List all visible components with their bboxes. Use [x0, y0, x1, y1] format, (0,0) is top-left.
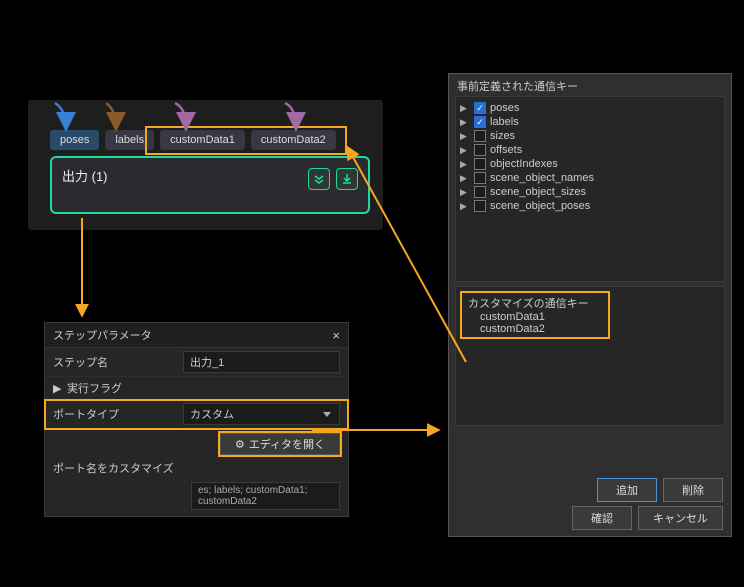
tree-item-scene_object_poses[interactable]: ▶ scene_object_poses [458, 199, 722, 213]
chevron-right-icon: ▶ [460, 159, 470, 170]
tree-item-label: scene_object_sizes [490, 186, 586, 198]
param-header: ステップパラメータ × [45, 323, 348, 348]
checkbox[interactable] [474, 102, 486, 114]
tree-item-label: offsets [490, 144, 522, 156]
tree-item-label: labels [490, 116, 519, 128]
tree-item-labels[interactable]: ▶ labels [458, 115, 722, 129]
row-step-name: ステップ名 出力_1 [45, 348, 348, 377]
tab-customdata1[interactable]: customData1 [160, 130, 245, 150]
predefined-keys-label: 事前定義された通信キー [449, 74, 731, 96]
node-output-box[interactable]: 出力 (1) [50, 156, 370, 214]
open-editor-label: エディタを開く [249, 436, 325, 452]
row-customize-name: ポート名をカスタマイズ [45, 457, 348, 479]
checkbox[interactable] [474, 172, 486, 184]
customize-label: ポート名をカスタマイズ [53, 460, 191, 476]
custom-key-item[interactable]: customData2 [468, 323, 602, 335]
tab-poses[interactable]: poses [50, 130, 99, 150]
open-editor-button[interactable]: ⚙ エディタを開く [220, 433, 340, 455]
tree-item-offsets[interactable]: ▶ offsets [458, 143, 722, 157]
cancel-button[interactable]: キャンセル [638, 506, 723, 530]
tree-item-scene_object_sizes[interactable]: ▶ scene_object_sizes [458, 185, 722, 199]
expand-icon[interactable] [308, 168, 330, 190]
step-name-input[interactable]: 出力_1 [183, 351, 340, 373]
predefined-keys-tree: ▶ poses ▶ labels ▶ sizes ▶ offsets ▶ objectIndexe… [455, 96, 725, 282]
node-tabs: poses labels customData1 customData2 [50, 130, 336, 150]
keys-dialog: 事前定義された通信キー ▶poses▶labels▶sizes▶offsets▶… [448, 73, 732, 537]
tree-item-label: scene_object_poses [490, 200, 590, 212]
custom-keys-highlight: カスタマイズの通信キー customData1 customData2 [460, 291, 610, 339]
delete-button[interactable]: 削除 [663, 478, 723, 502]
checkbox[interactable] [474, 130, 486, 142]
tree-item-label: scene_object_names [490, 172, 594, 184]
exec-flag-label: 実行フラグ [67, 380, 122, 396]
param-panel-title: ステップパラメータ [53, 327, 152, 343]
chevron-right-icon: ▶ [53, 382, 63, 395]
chevron-right-icon: ▶ [460, 103, 470, 114]
port-type-select[interactable]: カスタム [183, 403, 340, 425]
step-name-label: ステップ名 [53, 354, 183, 370]
step-parameter-panel: ステップパラメータ × ステップ名 出力_1 ▶ 実行フラグ ポートタイプ カス… [44, 322, 349, 517]
tree-item-scene_object_names[interactable]: ▶ scene_object_names [458, 171, 722, 185]
port-type-value: カスタム [190, 406, 234, 422]
chevron-right-icon: ▶ [460, 187, 470, 198]
tab-labels[interactable]: labels [105, 130, 154, 150]
add-button[interactable]: 追加 [597, 478, 657, 502]
chevron-down-icon [323, 412, 331, 417]
row-port-type[interactable]: ポートタイプ カスタム [45, 400, 348, 429]
checkbox[interactable] [474, 158, 486, 170]
tree-item-poses[interactable]: ▶ poses [458, 101, 722, 115]
download-icon[interactable] [336, 168, 358, 190]
checkbox[interactable] [474, 144, 486, 156]
chevron-right-icon: ▶ [460, 145, 470, 156]
custom-keys-label: カスタマイズの通信キー [468, 295, 602, 311]
tree-item-label: poses [490, 102, 519, 114]
tree-item-label: sizes [490, 130, 515, 142]
row-exec-flag[interactable]: ▶ 実行フラグ [45, 377, 348, 400]
chevron-right-icon: ▶ [460, 117, 470, 128]
port-type-label: ポートタイプ [53, 406, 183, 422]
customize-value: es; labels; customData1; customData2 [191, 482, 340, 510]
chevron-right-icon: ▶ [460, 201, 470, 212]
chevron-right-icon: ▶ [460, 173, 470, 184]
gear-icon: ⚙ [235, 438, 245, 451]
custom-key-item[interactable]: customData1 [468, 311, 602, 323]
close-icon[interactable]: × [332, 328, 340, 343]
custom-keys-area: カスタマイズの通信キー customData1 customData2 [455, 286, 725, 426]
tree-item-sizes[interactable]: ▶ sizes [458, 129, 722, 143]
checkbox[interactable] [474, 116, 486, 128]
checkbox[interactable] [474, 186, 486, 198]
tab-customdata2[interactable]: customData2 [251, 130, 336, 150]
node-title: 出力 (1) [62, 166, 108, 185]
checkbox[interactable] [474, 200, 486, 212]
node-panel: poses labels customData1 customData2 出力 … [28, 100, 383, 230]
chevron-right-icon: ▶ [460, 131, 470, 142]
confirm-button[interactable]: 確認 [572, 506, 632, 530]
tree-item-objectIndexes[interactable]: ▶ objectIndexes [458, 157, 722, 171]
tree-item-label: objectIndexes [490, 158, 558, 170]
